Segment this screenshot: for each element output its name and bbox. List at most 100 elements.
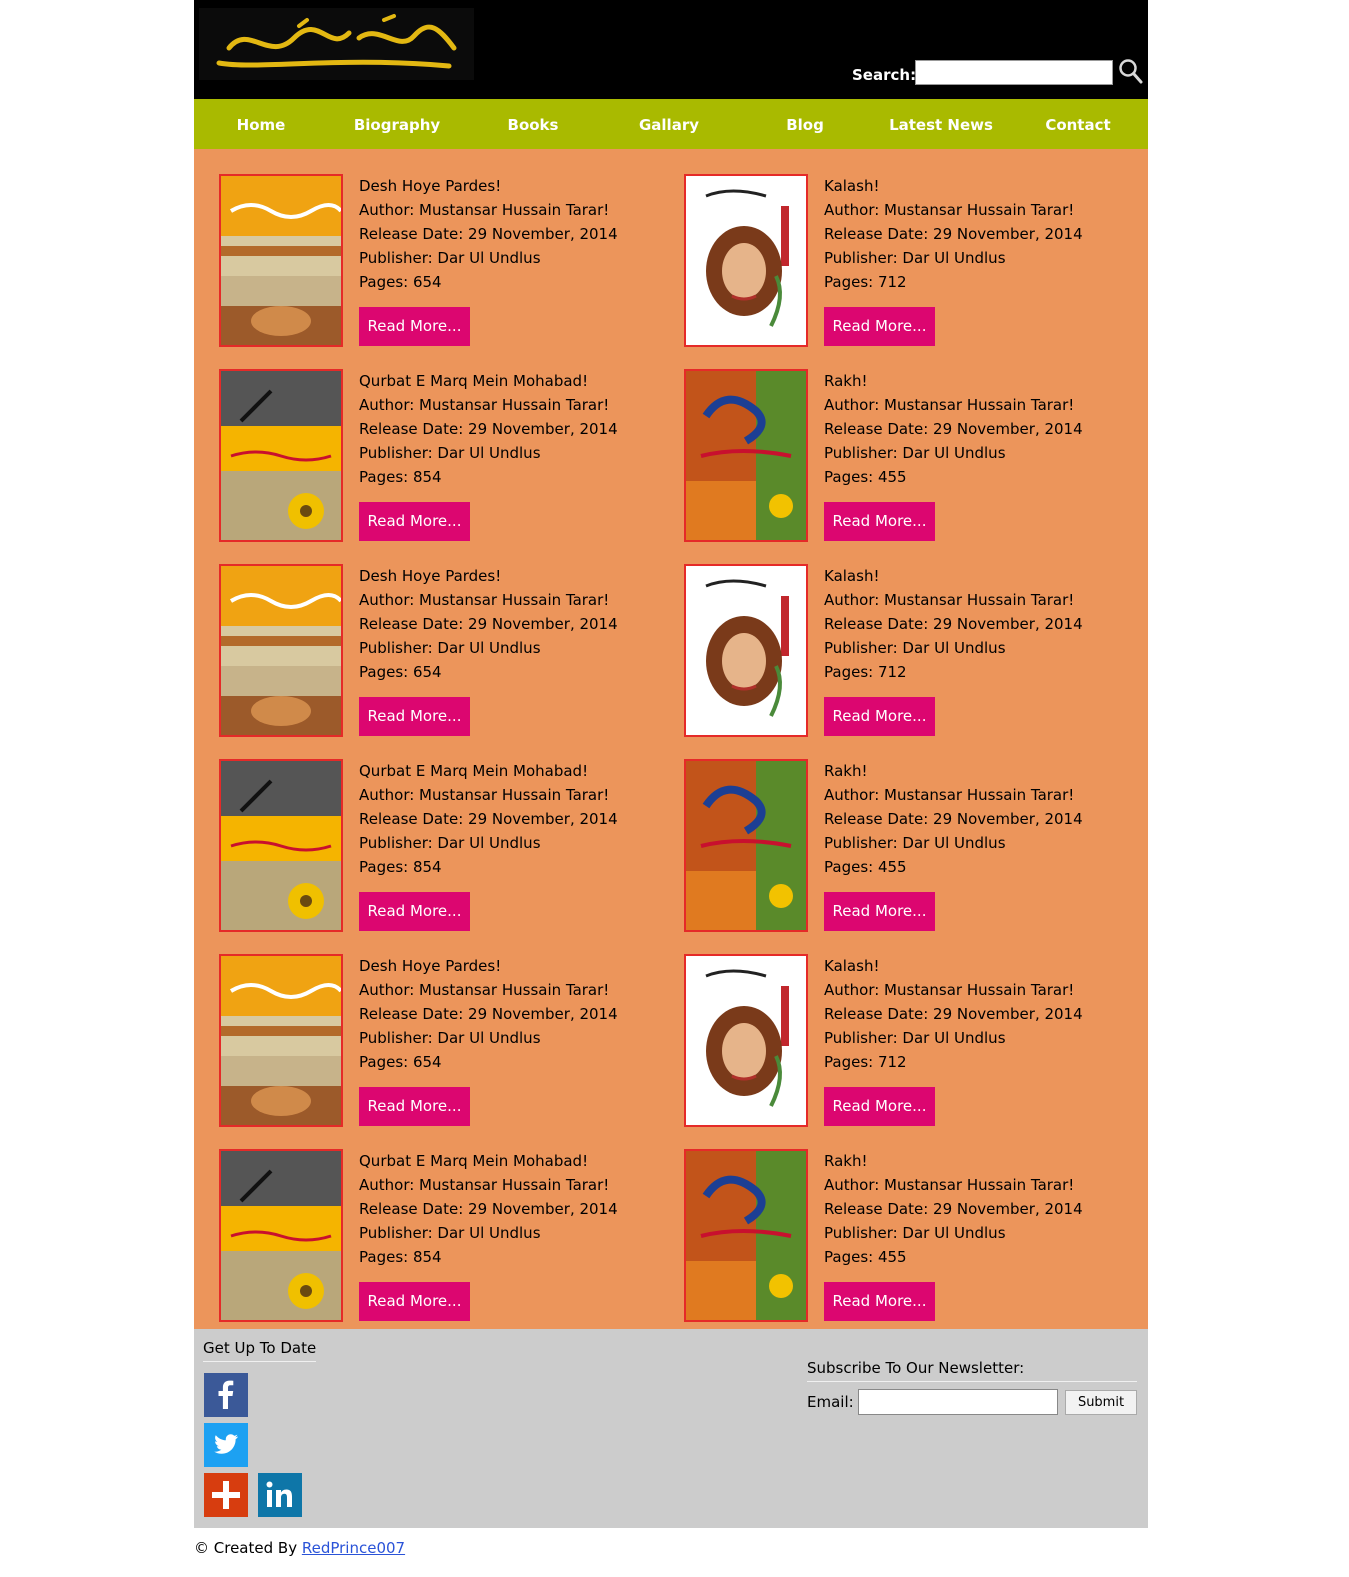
book-publisher: Publisher: Dar Ul Undlus — [824, 1224, 1006, 1242]
book-release-date: Release Date: 29 November, 2014 — [359, 225, 618, 243]
book-cover-image[interactable] — [219, 369, 343, 542]
book-publisher: Publisher: Dar Ul Undlus — [359, 1224, 541, 1242]
book-pages: Pages: 654 — [359, 663, 442, 681]
book-author: Author: Mustansar Hussain Tarar! — [824, 201, 1075, 219]
book-author: Author: Mustansar Hussain Tarar! — [824, 981, 1075, 999]
book-pages: Pages: 654 — [359, 273, 442, 291]
nav-item-biography[interactable]: Biography — [330, 99, 464, 149]
book-card: Desh Hoye Pardes! Author: Mustansar Hussa… — [219, 954, 679, 1129]
book-cover-image[interactable] — [219, 174, 343, 347]
book-card: Rakh! Author: Mustansar Hussain Tarar! Rel… — [684, 759, 1144, 934]
search-input[interactable] — [915, 60, 1113, 85]
book-publisher: Publisher: Dar Ul Undlus — [359, 249, 541, 267]
book-cover-image[interactable] — [684, 564, 808, 737]
submit-button[interactable]: Submit — [1065, 1390, 1137, 1415]
credit-line: © Created By RedPrince007 — [194, 1539, 405, 1557]
book-info: Qurbat E Marq Mein Mohabad! Author: Musta… — [359, 1149, 679, 1269]
get-up-to-date-heading: Get Up To Date — [203, 1339, 317, 1362]
book-pages: Pages: 712 — [824, 663, 907, 681]
book-author: Author: Mustansar Hussain Tarar! — [824, 396, 1075, 414]
read-more-button[interactable]: Read More... — [824, 892, 935, 931]
email-label: Email: — [807, 1393, 854, 1411]
book-cover-image[interactable] — [684, 174, 808, 347]
book-info: Rakh! Author: Mustansar Hussain Tarar! Rel… — [824, 369, 1144, 489]
book-cover-image[interactable] — [219, 759, 343, 932]
book-author: Author: Mustansar Hussain Tarar! — [359, 1176, 610, 1194]
book-title: Qurbat E Marq Mein Mohabad! — [359, 1152, 589, 1170]
read-more-button[interactable]: Read More... — [359, 502, 470, 541]
footer: Get Up To Date Subscribe To Our Newslett… — [194, 1329, 1148, 1528]
read-more-button[interactable]: Read More... — [824, 307, 935, 346]
header: Search: — [194, 0, 1148, 99]
book-author: Author: Mustansar Hussain Tarar! — [359, 591, 610, 609]
book-author: Author: Mustansar Hussain Tarar! — [359, 201, 610, 219]
book-card: Desh Hoye Pardes! Author: Mustansar Hussa… — [219, 564, 679, 739]
book-cover-image[interactable] — [684, 954, 808, 1127]
book-pages: Pages: 455 — [824, 858, 907, 876]
search-icon[interactable] — [1118, 58, 1144, 86]
book-cover-image[interactable] — [219, 954, 343, 1127]
book-title: Qurbat E Marq Mein Mohabad! — [359, 762, 589, 780]
book-card: Qurbat E Marq Mein Mohabad! Author: Musta… — [219, 369, 679, 544]
book-publisher: Publisher: Dar Ul Undlus — [359, 834, 541, 852]
book-title: Kalash! — [824, 567, 880, 585]
book-release-date: Release Date: 29 November, 2014 — [359, 1200, 618, 1218]
book-info: Qurbat E Marq Mein Mohabad! Author: Musta… — [359, 759, 679, 879]
book-publisher: Publisher: Dar Ul Undlus — [824, 834, 1006, 852]
page: Search: Home Biography Books Gallary Blo… — [194, 0, 1148, 1528]
book-release-date: Release Date: 29 November, 2014 — [824, 225, 1083, 243]
book-author: Author: Mustansar Hussain Tarar! — [824, 786, 1075, 804]
read-more-button[interactable]: Read More... — [359, 1282, 470, 1321]
site-logo[interactable] — [199, 8, 474, 80]
book-card: Kalash! Author: Mustansar Hussain Tarar! R… — [684, 174, 1144, 349]
credit-link[interactable]: RedPrince007 — [302, 1539, 405, 1557]
book-cover-image[interactable] — [684, 369, 808, 542]
book-publisher: Publisher: Dar Ul Undlus — [824, 1029, 1006, 1047]
book-release-date: Release Date: 29 November, 2014 — [824, 420, 1083, 438]
read-more-button[interactable]: Read More... — [824, 1087, 935, 1126]
book-card: Qurbat E Marq Mein Mohabad! Author: Musta… — [219, 1149, 679, 1324]
book-info: Desh Hoye Pardes! Author: Mustansar Hussa… — [359, 564, 679, 684]
nav-item-latest-news[interactable]: Latest News — [874, 99, 1008, 149]
book-info: Kalash! Author: Mustansar Hussain Tarar! R… — [824, 954, 1144, 1074]
read-more-button[interactable]: Read More... — [824, 1282, 935, 1321]
book-title: Rakh! — [824, 372, 868, 390]
book-author: Author: Mustansar Hussain Tarar! — [824, 1176, 1075, 1194]
google-plus-icon[interactable] — [204, 1473, 248, 1517]
book-card: Rakh! Author: Mustansar Hussain Tarar! Rel… — [684, 1149, 1144, 1324]
email-field[interactable] — [858, 1389, 1058, 1415]
book-release-date: Release Date: 29 November, 2014 — [359, 615, 618, 633]
book-cover-image[interactable] — [684, 759, 808, 932]
read-more-button[interactable]: Read More... — [824, 697, 935, 736]
book-info: Rakh! Author: Mustansar Hussain Tarar! Rel… — [824, 759, 1144, 879]
read-more-button[interactable]: Read More... — [359, 892, 470, 931]
read-more-button[interactable]: Read More... — [359, 697, 470, 736]
facebook-icon[interactable] — [204, 1373, 248, 1417]
credit-prefix: © Created By — [194, 1539, 302, 1557]
read-more-button[interactable]: Read More... — [359, 307, 470, 346]
book-title: Rakh! — [824, 762, 868, 780]
book-cover-image[interactable] — [684, 1149, 808, 1322]
book-publisher: Publisher: Dar Ul Undlus — [824, 249, 1006, 267]
book-pages: Pages: 455 — [824, 468, 907, 486]
nav-item-home[interactable]: Home — [194, 99, 328, 149]
read-more-button[interactable]: Read More... — [359, 1087, 470, 1126]
search-label: Search: — [852, 66, 917, 84]
book-release-date: Release Date: 29 November, 2014 — [824, 615, 1083, 633]
book-release-date: Release Date: 29 November, 2014 — [359, 1005, 618, 1023]
book-pages: Pages: 455 — [824, 1248, 907, 1266]
book-cover-image[interactable] — [219, 564, 343, 737]
book-release-date: Release Date: 29 November, 2014 — [824, 1005, 1083, 1023]
nav-item-contact[interactable]: Contact — [1010, 99, 1146, 149]
read-more-button[interactable]: Read More... — [824, 502, 935, 541]
book-pages: Pages: 854 — [359, 1248, 442, 1266]
book-card: Qurbat E Marq Mein Mohabad! Author: Musta… — [219, 759, 679, 934]
book-author: Author: Mustansar Hussain Tarar! — [359, 786, 610, 804]
twitter-icon[interactable] — [204, 1423, 248, 1467]
book-cover-image[interactable] — [219, 1149, 343, 1322]
book-pages: Pages: 854 — [359, 858, 442, 876]
linkedin-icon[interactable] — [258, 1473, 302, 1517]
nav-item-gallary[interactable]: Gallary — [602, 99, 736, 149]
nav-item-books[interactable]: Books — [466, 99, 600, 149]
nav-item-blog[interactable]: Blog — [738, 99, 872, 149]
